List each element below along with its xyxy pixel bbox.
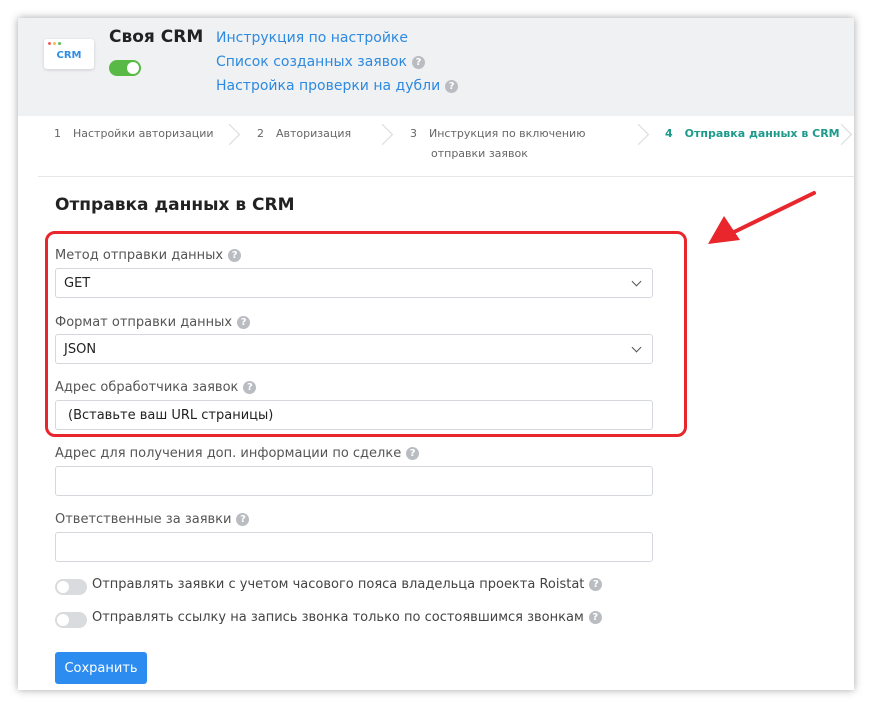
integration-title: Своя CRM	[109, 27, 204, 47]
header-links: Инструкция по настройке Список созданных…	[216, 26, 459, 98]
step-request-instructions[interactable]: 3 Инструкция по включению отправки заявок	[410, 124, 585, 164]
deal-info-label: Адрес для получения доп. информации по с…	[55, 446, 420, 461]
responsible-input[interactable]	[55, 532, 653, 562]
help-icon[interactable]: ?	[228, 249, 242, 262]
step-send-data-active[interactable]: 4 Отправка данных в CRM	[665, 124, 840, 144]
annotation-arrow-icon	[708, 191, 816, 244]
chevron-down-icon	[631, 276, 642, 287]
link-label[interactable]: Настройка проверки на дубли	[216, 78, 440, 94]
help-icon[interactable]: ?	[406, 447, 420, 460]
call-link-toggle[interactable]	[55, 612, 87, 628]
step-authorization-settings[interactable]: 1 Настройки авторизации	[54, 124, 214, 144]
help-icon[interactable]: ?	[411, 55, 425, 69]
timezone-toggle[interactable]	[55, 579, 87, 595]
link-label[interactable]: Список созданных заявок	[216, 54, 407, 70]
logo-text: CRM	[56, 50, 82, 61]
crm-settings-window: CRM Своя CRM Инструкция по настройке Спи…	[18, 18, 854, 690]
chevron-down-icon	[631, 342, 642, 353]
help-icon[interactable]: ?	[589, 578, 603, 591]
deal-info-url-input[interactable]	[55, 466, 653, 496]
step-authorization[interactable]: 2 Авторизация	[257, 124, 351, 144]
integration-header: CRM Своя CRM Инструкция по настройке Спи…	[18, 18, 854, 116]
format-select[interactable]: JSON	[55, 334, 653, 364]
chevron-right-icon	[627, 123, 650, 146]
wizard-steps: 1 Настройки авторизации 2 Авторизация 3 Инс…	[38, 116, 854, 177]
crm-logo: CRM	[44, 39, 94, 69]
handler-url-input[interactable]: (Вставьте ваш URL страницы)	[55, 400, 653, 430]
handler-label: Адрес обработчика заявок ?	[55, 380, 257, 395]
save-button[interactable]: Сохранить	[55, 652, 147, 684]
section-title: Отправка данных в CRM	[55, 195, 295, 215]
method-label: Метод отправки данных ?	[55, 248, 242, 263]
help-icon[interactable]: ?	[236, 513, 250, 526]
link-label[interactable]: Инструкция по настройке	[216, 30, 408, 46]
help-icon[interactable]: ?	[243, 381, 257, 394]
call-link-toggle-label: Отправлять ссылку на запись звонка тольк…	[92, 610, 602, 625]
help-icon[interactable]: ?	[588, 611, 602, 624]
integration-enabled-toggle[interactable]	[109, 60, 141, 76]
chevron-right-icon	[218, 123, 241, 146]
responsible-label: Ответственные за заявки ?	[55, 512, 250, 527]
help-icon[interactable]: ?	[237, 316, 251, 329]
help-icon[interactable]: ?	[445, 79, 459, 93]
created-requests-link[interactable]: Список созданных заявок ?	[216, 50, 458, 74]
method-select[interactable]: GET	[55, 268, 653, 298]
timezone-toggle-label: Отправлять заявки с учетом часового пояс…	[92, 577, 603, 592]
setup-instructions-link[interactable]: Инструкция по настройке	[216, 26, 458, 50]
duplicate-check-link[interactable]: Настройка проверки на дубли ?	[216, 74, 459, 98]
format-label: Формат отправки данных ?	[55, 315, 251, 330]
window-dots-icon	[48, 42, 61, 45]
chevron-right-icon	[371, 123, 394, 146]
